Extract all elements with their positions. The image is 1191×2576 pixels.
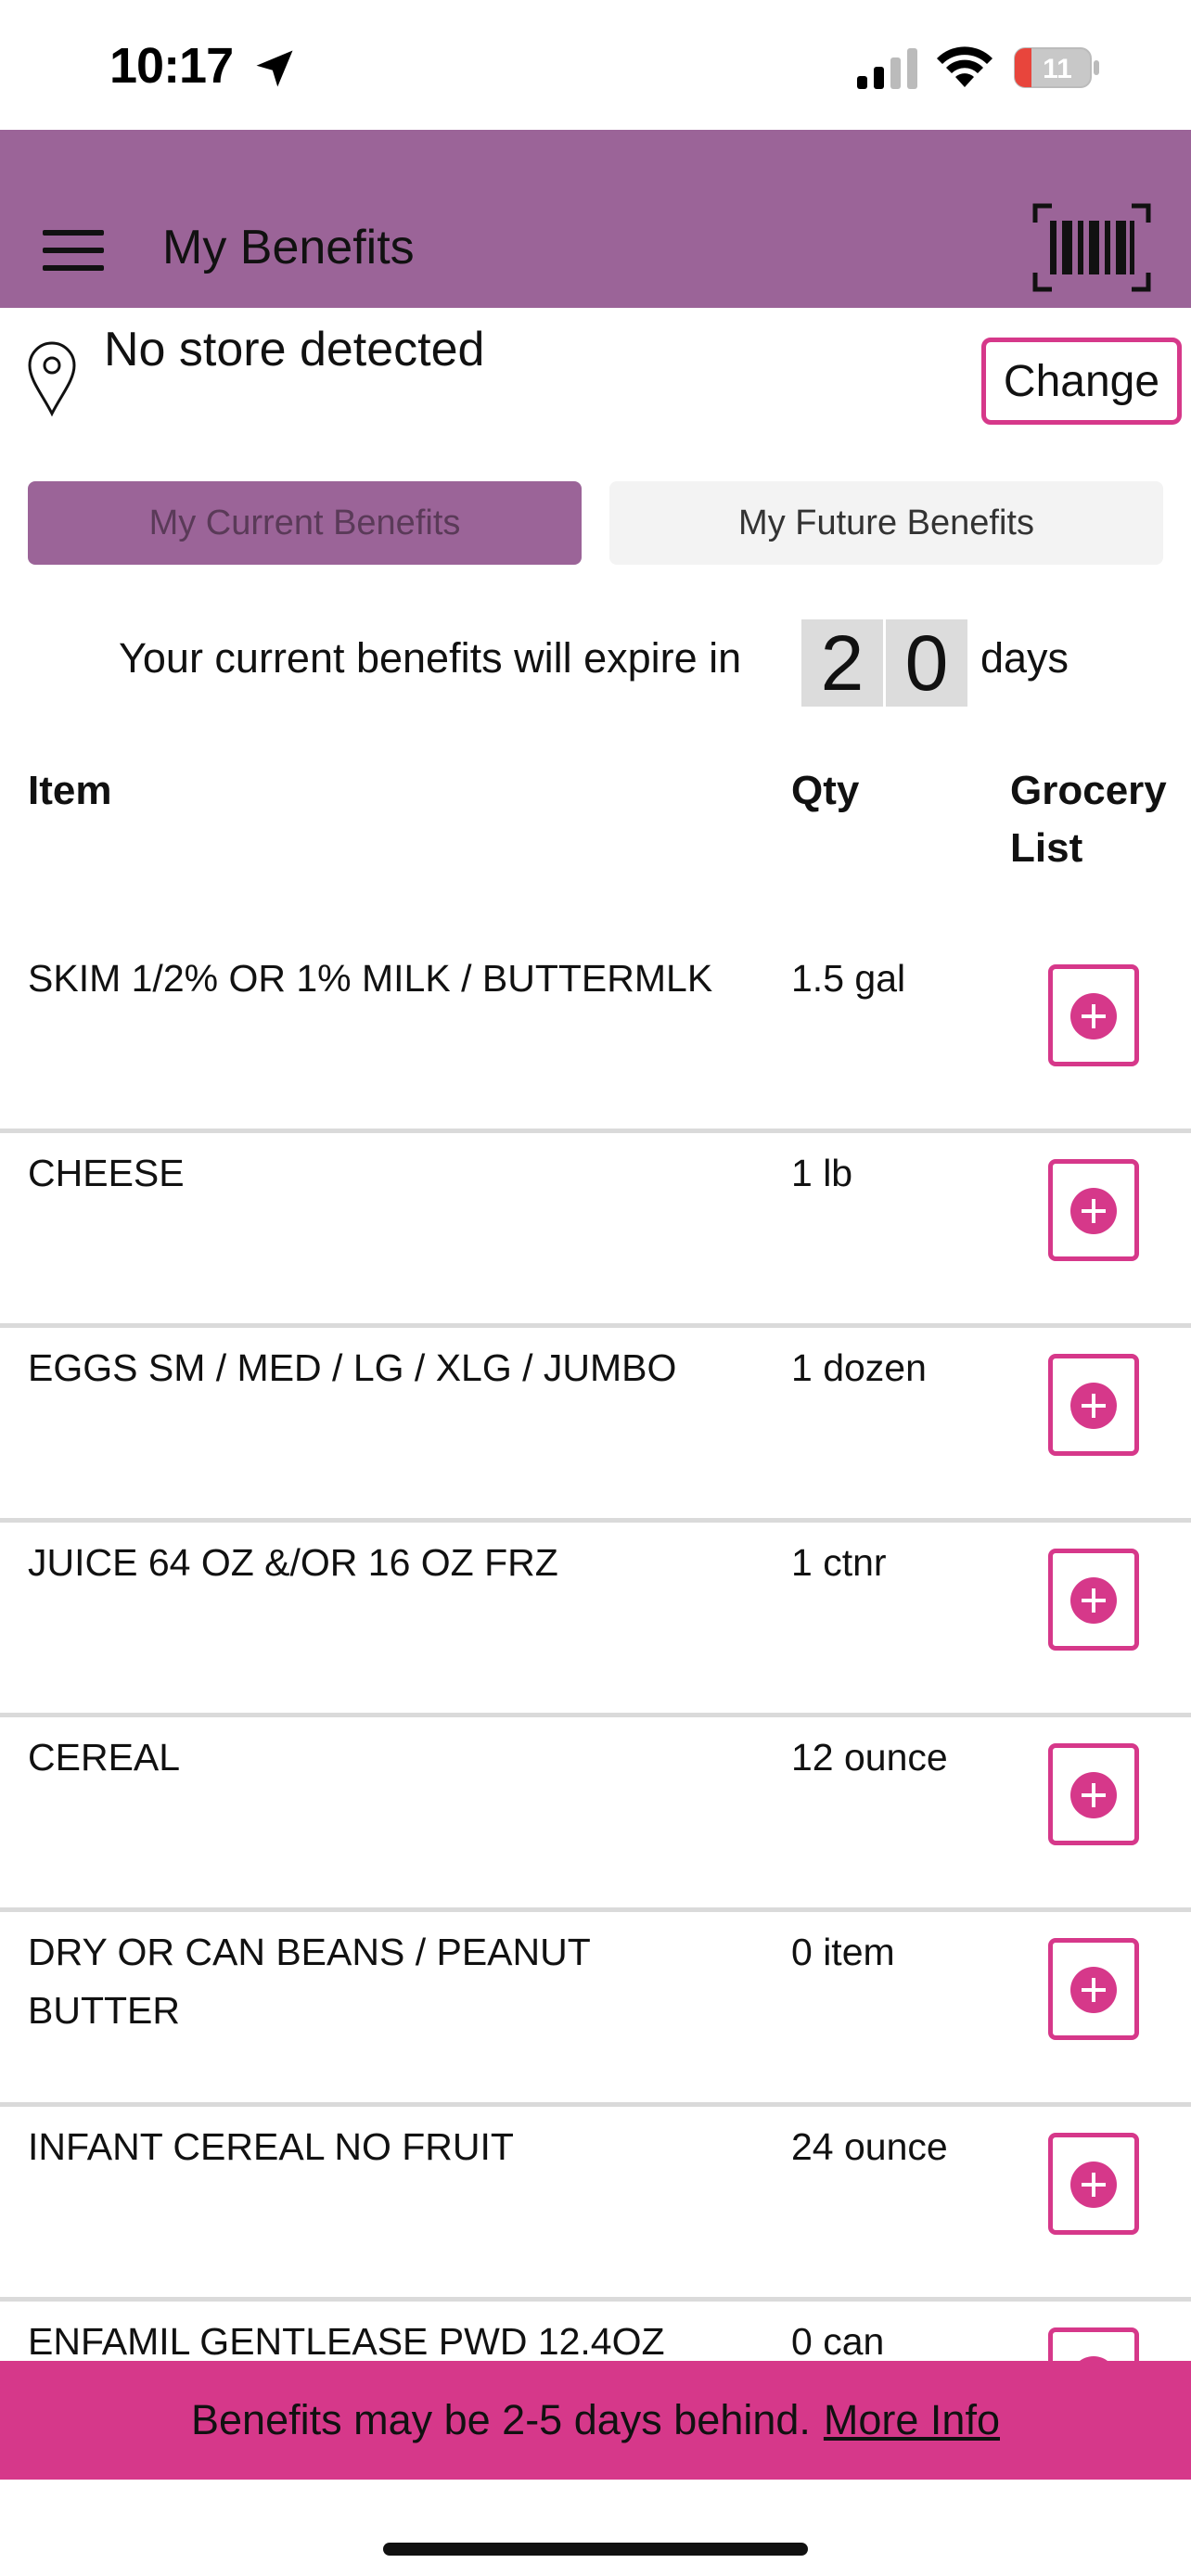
add-to-grocery-list-button[interactable] — [1048, 1159, 1139, 1261]
item-name: INFANT CEREAL NO FRUIT — [28, 2125, 514, 2168]
cellular-signal-icon — [857, 48, 917, 89]
store-status: No store detected — [104, 323, 485, 376]
battery-level: 11 — [1043, 54, 1072, 84]
expiry-notice: Your current benefits will expire in 2 0… — [0, 619, 1191, 708]
add-to-grocery-list-button[interactable] — [1048, 1549, 1139, 1651]
status-time: 10:17 — [109, 38, 234, 94]
item-qty: 0 item — [791, 1931, 895, 1973]
battery-icon: 11 — [1013, 46, 1102, 89]
expiry-prefix: Your current benefits will expire in — [119, 634, 742, 682]
table-row: CHEESE 1 lb — [0, 1133, 1191, 1328]
column-header-grocery-list: Grocery List — [1010, 768, 1167, 871]
plus-circle-icon — [1070, 1383, 1117, 1429]
page-title: My Benefits — [162, 221, 415, 274]
bottom-safe-area — [0, 2480, 1191, 2576]
tab-current-benefits[interactable]: My Current Benefits — [28, 481, 582, 565]
add-to-grocery-list-button[interactable] — [1048, 1938, 1139, 2040]
item-name: JUICE 64 OZ &/OR 16 OZ FRZ — [28, 1541, 558, 1584]
item-qty: 1.5 gal — [791, 957, 906, 1000]
table-row: SKIM 1/2% OR 1% MILK / BUTTERMLK 1.5 gal — [0, 938, 1191, 1133]
plus-circle-icon — [1070, 1577, 1117, 1624]
barcode-scan-icon[interactable] — [1031, 202, 1152, 293]
item-name: CHEESE — [28, 1152, 185, 1194]
home-indicator[interactable] — [383, 2543, 808, 2556]
add-to-grocery-list-button[interactable] — [1048, 1354, 1139, 1456]
add-to-grocery-list-button[interactable] — [1048, 1743, 1139, 1845]
column-header-item: Item — [28, 768, 112, 813]
table-row: JUICE 64 OZ &/OR 16 OZ FRZ 1 ctnr — [0, 1523, 1191, 1717]
tab-future-benefits[interactable]: My Future Benefits — [609, 481, 1163, 565]
plus-circle-icon — [1070, 1772, 1117, 1818]
more-info-link[interactable]: More Info — [824, 2396, 1000, 2444]
change-store-button[interactable]: Change — [981, 338, 1182, 425]
item-qty: 24 ounce — [791, 2125, 948, 2168]
item-name: DRY OR CAN BEANS / PEANUT BUTTER — [28, 1931, 591, 2032]
app-header: My Benefits — [0, 130, 1191, 308]
item-name: CEREAL — [28, 1736, 181, 1779]
table-row: DRY OR CAN BEANS / PEANUT BUTTER 0 item — [0, 1912, 1191, 2107]
item-qty: 12 ounce — [791, 1736, 948, 1779]
plus-circle-icon — [1070, 1188, 1117, 1234]
table-row: CEREAL 12 ounce — [0, 1717, 1191, 1912]
wifi-icon — [937, 46, 992, 87]
expiry-digit: 0 — [886, 619, 967, 707]
hamburger-menu-icon[interactable] — [43, 226, 106, 274]
item-qty: 1 ctnr — [791, 1541, 887, 1584]
plus-circle-icon — [1070, 1967, 1117, 2013]
table-row: EGGS SM / MED / LG / XLG / JUMBO 1 dozen — [0, 1328, 1191, 1523]
item-name: SKIM 1/2% OR 1% MILK / BUTTERMLK — [28, 957, 713, 1000]
item-qty: 1 lb — [791, 1152, 853, 1194]
status-bar: 10:17 11 — [0, 0, 1191, 130]
add-to-grocery-list-button[interactable] — [1048, 2133, 1139, 2235]
expiry-digit: 2 — [801, 619, 883, 707]
item-qty: 1 dozen — [791, 1346, 927, 1389]
banner-text: Benefits may be 2-5 days behind. — [191, 2396, 811, 2443]
expiry-suffix: days — [980, 634, 1069, 682]
item-name: EGGS SM / MED / LG / XLG / JUMBO — [28, 1346, 677, 1389]
table-row: INFANT CEREAL NO FRUIT 24 ounce — [0, 2107, 1191, 2302]
delay-notice-banner: Benefits may be 2-5 days behind. More In… — [0, 2361, 1191, 2480]
plus-circle-icon — [1070, 2162, 1117, 2208]
add-to-grocery-list-button[interactable] — [1048, 964, 1139, 1066]
location-pin-icon — [28, 341, 76, 417]
column-header-qty: Qty — [791, 768, 860, 813]
plus-circle-icon — [1070, 993, 1117, 1039]
location-arrow-icon — [256, 50, 293, 87]
